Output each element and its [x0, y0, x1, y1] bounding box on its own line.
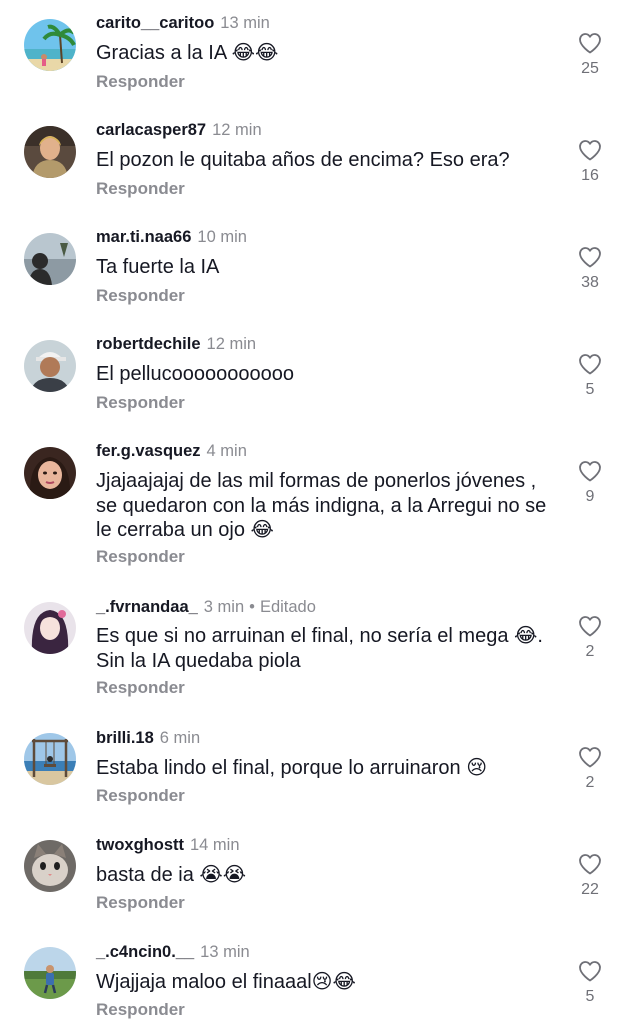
comment-text: El pozon le quitaba años de encima? Eso …	[96, 149, 510, 171]
heart-outline-icon	[579, 33, 601, 54]
comment-text: basta de ia 😭😭	[96, 864, 247, 886]
separator-dot: •	[249, 598, 255, 616]
heart-outline-icon	[579, 354, 601, 375]
comment-text: Ta fuerte la IA	[96, 256, 220, 278]
avatar[interactable]	[24, 602, 76, 654]
heart-outline-icon	[579, 461, 601, 482]
comment-time: 10 min	[197, 228, 247, 246]
comment-time: 12 min	[206, 335, 257, 353]
comment-time: 13 min	[220, 14, 270, 32]
like-count: 38	[581, 274, 599, 291]
anime-girl-icon	[24, 602, 76, 654]
username[interactable]: carlacasper87	[96, 121, 206, 139]
like-count: 25	[581, 60, 599, 77]
avatar[interactable]	[24, 840, 76, 892]
comment-time: 3 min	[203, 598, 245, 616]
heart-outline-icon	[579, 247, 601, 268]
username[interactable]: robertdechile	[96, 335, 201, 353]
man-cap-icon	[24, 340, 76, 392]
avatar[interactable]	[24, 19, 76, 71]
comment-text: Jjajaajajaj de las mil formas de ponerlo…	[96, 470, 547, 541]
silhouette-icon	[24, 233, 76, 285]
heart-outline-icon	[579, 854, 601, 875]
field-child-icon	[24, 947, 76, 999]
like-count: 5	[585, 988, 595, 1005]
like-button[interactable]: 5	[570, 353, 610, 399]
like-count: 9	[585, 488, 595, 505]
person-icon	[24, 126, 76, 178]
like-count: 2	[585, 643, 595, 660]
comment-text: Gracias a la IA 😂😂	[96, 42, 279, 64]
like-button[interactable]: 5	[570, 960, 610, 1006]
like-button[interactable]: 22	[570, 853, 610, 899]
comment-text: El pellucooooooooooo	[96, 363, 294, 385]
heart-outline-icon	[579, 961, 601, 982]
comment-time: 13 min	[200, 943, 250, 961]
like-button[interactable]: 25	[570, 32, 610, 78]
like-count: 16	[581, 167, 599, 184]
avatar[interactable]	[24, 947, 76, 999]
reply-button[interactable]: Responder	[96, 893, 185, 913]
like-button[interactable]: 9	[570, 460, 610, 506]
comment-time: 4 min	[206, 442, 247, 460]
woman-selfie-icon	[24, 447, 76, 499]
reply-button[interactable]: Responder	[96, 179, 185, 199]
heart-outline-icon	[579, 747, 601, 768]
comment-text: Es que si no arruinan el final, no sería…	[96, 625, 543, 672]
username[interactable]: fer.g.vasquez	[96, 442, 201, 460]
username[interactable]: _.c4ncin0.__	[96, 943, 194, 961]
heart-outline-icon	[579, 616, 601, 637]
reply-button[interactable]: Responder	[96, 286, 185, 306]
comment-time: 14 min	[190, 836, 240, 854]
avatar[interactable]	[24, 340, 76, 392]
avatar[interactable]	[24, 447, 76, 499]
beach-palm-icon	[24, 19, 76, 71]
like-button[interactable]: 16	[570, 139, 610, 185]
heart-outline-icon	[579, 140, 601, 161]
username[interactable]: mar.ti.naa66	[96, 228, 191, 246]
comment-time: 12 min	[212, 121, 262, 139]
username[interactable]: brilli.18	[96, 729, 154, 747]
like-button[interactable]: 38	[570, 246, 610, 292]
comment-time: 6 min	[159, 729, 201, 747]
avatar[interactable]	[24, 126, 76, 178]
like-count: 22	[581, 881, 599, 898]
reply-button[interactable]: Responder	[96, 393, 185, 413]
edited-label: Editado	[259, 598, 316, 616]
avatar[interactable]	[24, 733, 76, 785]
like-count: 2	[585, 774, 595, 791]
reply-button[interactable]: Responder	[96, 786, 185, 806]
like-count: 5	[585, 381, 595, 398]
comment-text: Estaba lindo el final, porque lo arruina…	[96, 757, 488, 779]
comment-text: Wjajjaja maloo el finaaal😢😂	[96, 971, 356, 993]
reply-button[interactable]: Responder	[96, 72, 185, 92]
cat-icon	[24, 840, 76, 892]
reply-button[interactable]: Responder	[96, 678, 185, 698]
username[interactable]: carito__caritoo	[96, 14, 214, 32]
like-button[interactable]: 2	[570, 615, 610, 661]
avatar[interactable]	[24, 233, 76, 285]
username[interactable]: twoxghostt	[96, 836, 184, 854]
swing-sea-icon	[24, 733, 76, 785]
reply-button[interactable]: Responder	[96, 547, 185, 567]
like-button[interactable]: 2	[570, 746, 610, 792]
reply-button[interactable]: Responder	[96, 1000, 185, 1020]
username[interactable]: _.fvrnandaa_	[96, 598, 198, 616]
